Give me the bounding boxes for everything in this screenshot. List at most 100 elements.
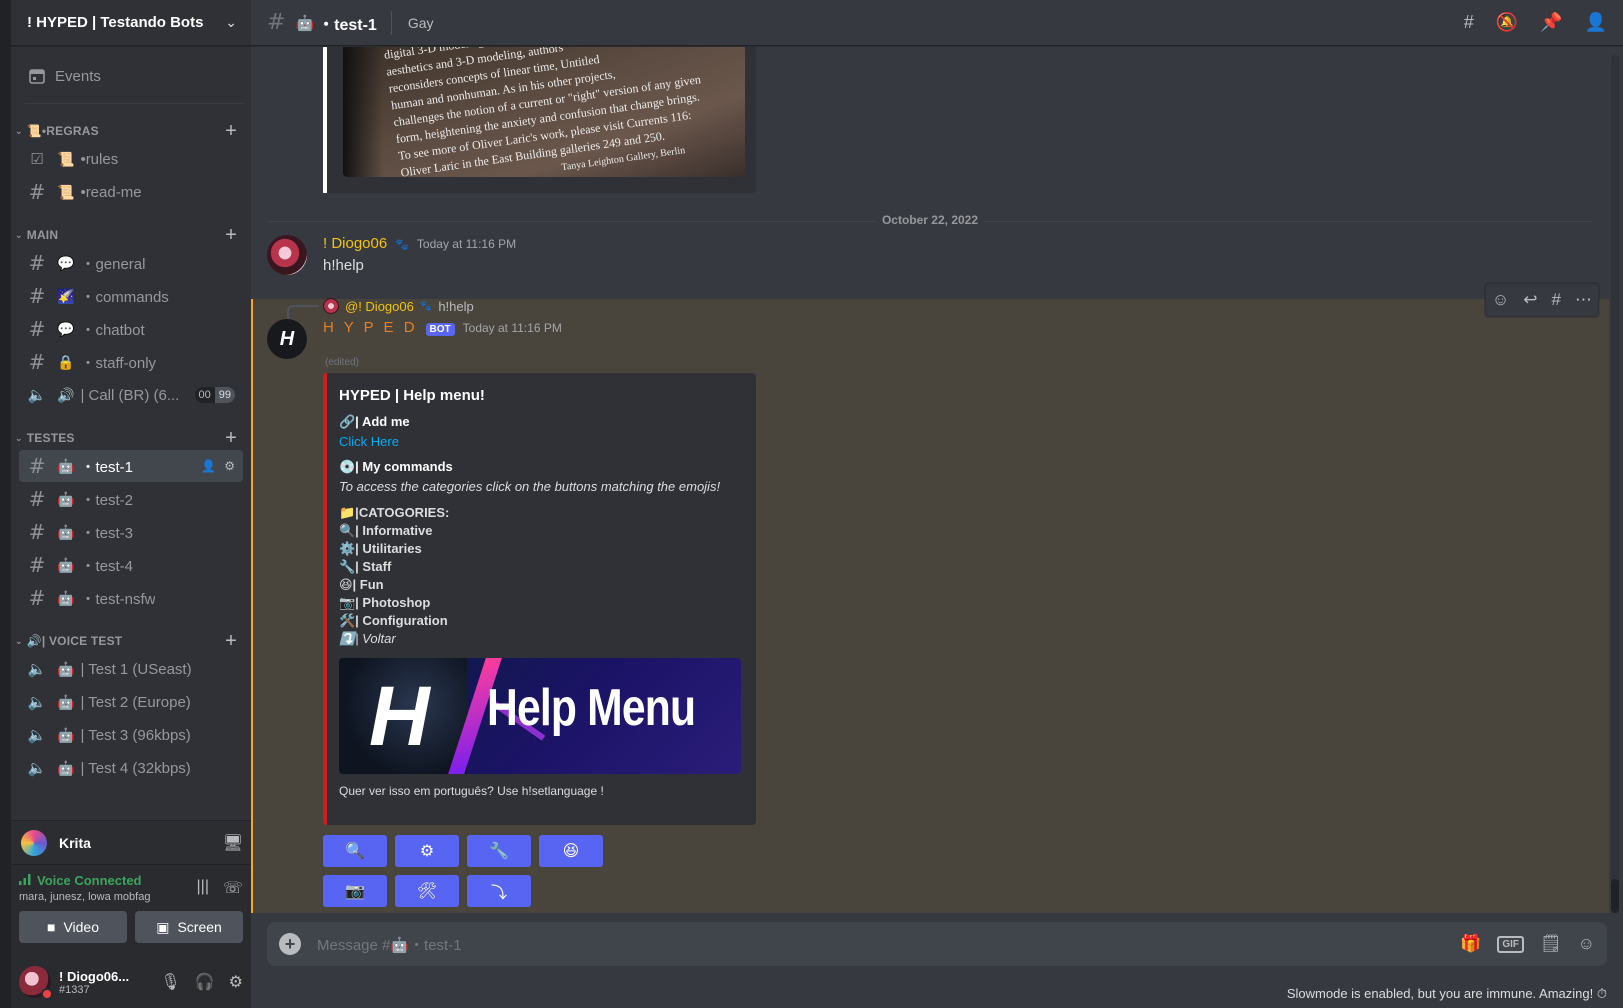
channel-emoji: 🤖 — [57, 726, 75, 743]
staff-button[interactable]: 🔧 — [467, 835, 531, 867]
scrollbar-thumb[interactable] — [1611, 879, 1619, 913]
avatar[interactable] — [267, 235, 307, 275]
category-main[interactable]: ⌄ MAIN + — [11, 224, 251, 246]
voice-connection-panel: Voice Connected mara, junesz, lowa mobfa… — [11, 864, 251, 956]
channel-general[interactable]: # 💬 ・general — [19, 247, 243, 279]
microphone-icon[interactable]: 🎙 — [160, 972, 180, 992]
channel-chatbot[interactable]: # 💬 ・chatbot — [19, 313, 243, 345]
noise-suppression-icon[interactable]: ||| — [197, 878, 209, 898]
screen-button[interactable]: ▣ Screen — [135, 911, 243, 943]
channel-emoji: 🤖 — [57, 660, 75, 677]
video-button[interactable]: ■ Video — [19, 911, 127, 943]
embed-field-instructions: To access the categories click on the bu… — [339, 479, 721, 494]
channel-staff-only[interactable]: # 🔒 ・staff-only — [19, 346, 243, 378]
speaker-icon: 🔈 — [27, 726, 47, 744]
guild-strip — [0, 0, 11, 1008]
voice-channel-call-br[interactable]: 🔈 🔊 | Call (BR) (6... 00 99 — [19, 379, 243, 411]
activity-panel[interactable]: Krita 🖥 — [11, 820, 251, 864]
caret-icon: ⌄ — [15, 635, 23, 646]
screen-share-icon: ▣ — [156, 918, 170, 935]
category-testes[interactable]: ⌄ TESTES + — [11, 427, 251, 449]
bot-avatar[interactable]: H — [267, 319, 307, 359]
video-label: Video — [63, 919, 100, 935]
voice-channel-test-3[interactable]: 🔈 🤖 | Test 3 (96kbps) — [19, 719, 243, 751]
museum-placard-image[interactable]: digital 3-D modeling aesthetics and 3-D … — [343, 47, 745, 177]
events-item[interactable]: Events — [11, 59, 243, 93]
informative-button[interactable]: 🔍 — [323, 835, 387, 867]
configuration-button[interactable]: 🛠 — [395, 875, 459, 907]
user-avatar[interactable] — [19, 966, 53, 1000]
voice-channel-test-1[interactable]: 🔈 🤖 | Test 1 (USeast) — [19, 653, 243, 685]
caret-icon: ⌄ — [15, 229, 23, 240]
gif-icon[interactable]: GIF — [1497, 935, 1525, 953]
voice-channel-test-4[interactable]: 🔈 🤖 | Test 4 (32kbps) — [19, 752, 243, 784]
gift-icon[interactable]: 🎁 — [1460, 934, 1481, 954]
pin-icon[interactable]: 📌 — [1540, 12, 1562, 33]
add-channel-icon[interactable]: + — [225, 631, 237, 651]
add-channel-icon[interactable]: + — [225, 225, 237, 245]
banner-logo-letter: H — [369, 669, 430, 763]
more-options-icon[interactable]: ⋯ — [1575, 290, 1592, 310]
threads-icon[interactable]: # — [1464, 12, 1474, 33]
channel-test-4[interactable]: # 🤖 ・test-4 — [19, 549, 243, 581]
channel-emoji: 📜 — [57, 150, 75, 167]
message-scrollbar[interactable] — [1611, 55, 1619, 913]
stream-screen-icon[interactable]: 🖥 — [223, 833, 243, 853]
add-channel-icon[interactable]: + — [225, 121, 237, 141]
server-header[interactable]: ! HYPED | Testando Bots ⌄ — [11, 0, 251, 46]
upload-plus-icon[interactable]: + — [279, 933, 301, 955]
channel-test-1[interactable]: # 🤖 ・test-1 👤 ⚙ — [19, 450, 243, 482]
category-regras[interactable]: ⌄ 📜•REGRAS + — [11, 120, 251, 142]
click-here-link[interactable]: Click Here — [339, 434, 740, 449]
channel-label: ・test-nsfw — [80, 590, 156, 608]
sticker-icon[interactable]: 🗒 — [1540, 934, 1562, 954]
message-input[interactable]: Message #🤖・test-1 — [317, 934, 462, 955]
create-thread-icon[interactable]: # — [1552, 290, 1561, 310]
voltar-button[interactable]: ⤵ — [467, 875, 531, 907]
voice-channel-test-2[interactable]: 🔈 🤖 | Test 2 (Europe) — [19, 686, 243, 718]
add-reaction-icon[interactable]: ☺ — [1492, 290, 1509, 310]
hash-icon: # — [28, 180, 46, 204]
channel-test-2[interactable]: # 🤖 ・test-2 — [19, 483, 243, 515]
invite-icon[interactable]: 👤 — [201, 459, 216, 473]
channel-read-me[interactable]: # 📜 •read-me — [19, 176, 243, 208]
activity-name: Krita — [59, 834, 91, 851]
channel-commands[interactable]: # 🌠 ・commands — [19, 280, 243, 312]
message-author[interactable]: ! Diogo06 — [323, 235, 387, 252]
member-list-icon[interactable]: 👤 — [1585, 12, 1607, 33]
channel-label: | Test 4 (32kbps) — [80, 759, 191, 777]
discord-app: ! HYPED | Testando Bots ⌄ Events ⌄ 📜•REGR… — [0, 0, 1623, 1008]
add-channel-icon[interactable]: + — [225, 428, 237, 448]
channel-label: ・commands — [80, 288, 169, 306]
gear-icon[interactable]: ⚙ — [229, 972, 243, 992]
hash-icon: # — [28, 487, 46, 511]
reply-reference[interactable]: @! Diogo06 🐾 h!help — [323, 298, 474, 314]
message-author[interactable]: H Y P E D — [323, 319, 418, 336]
headphones-icon[interactable]: 🎧 — [195, 972, 215, 992]
channel-topic[interactable]: Gay — [408, 15, 434, 31]
message-list[interactable]: digital 3-D modeling aesthetics and 3-D … — [251, 47, 1609, 913]
photoshop-button[interactable]: 📷 — [323, 875, 387, 907]
channel-test-nsfw[interactable]: # 🤖 ・test-nsfw — [19, 582, 243, 614]
help-menu-banner[interactable]: H Help Menu — [339, 658, 741, 774]
mute-bell-icon[interactable]: 🔕 — [1496, 12, 1518, 33]
channel-emoji: 📜 — [57, 183, 75, 200]
channel-label: ・chatbot — [80, 321, 145, 339]
message-timestamp: Today at 11:16 PM — [416, 237, 517, 251]
category-voice-test[interactable]: ⌄ 🔊| VOICE TEST + — [11, 630, 251, 652]
channel-test-3[interactable]: # 🤖 ・test-3 — [19, 516, 243, 548]
gear-icon[interactable]: ⚙ — [224, 459, 235, 473]
reply-author[interactable]: @! Diogo06 — [345, 299, 414, 314]
channel-rules[interactable]: ☑ 📜 •rules — [19, 143, 243, 175]
camera-icon: ■ — [46, 919, 56, 935]
fun-button[interactable]: 😆 — [539, 835, 603, 867]
disconnect-icon[interactable]: ☏ — [223, 878, 243, 898]
chevron-down-icon[interactable]: ⌄ — [225, 14, 237, 31]
channel-emoji: 🔊 — [57, 386, 75, 403]
slowmode-notice: Slowmode is enabled, but you are immune.… — [1286, 986, 1607, 1001]
emoji-icon[interactable]: ☺ — [1578, 934, 1595, 954]
date-divider-label: October 22, 2022 — [875, 213, 985, 227]
utilitaries-button[interactable]: ⚙ — [395, 835, 459, 867]
reply-icon[interactable]: ↩ — [1523, 290, 1537, 310]
voice-status[interactable]: Voice Connected — [19, 873, 150, 888]
